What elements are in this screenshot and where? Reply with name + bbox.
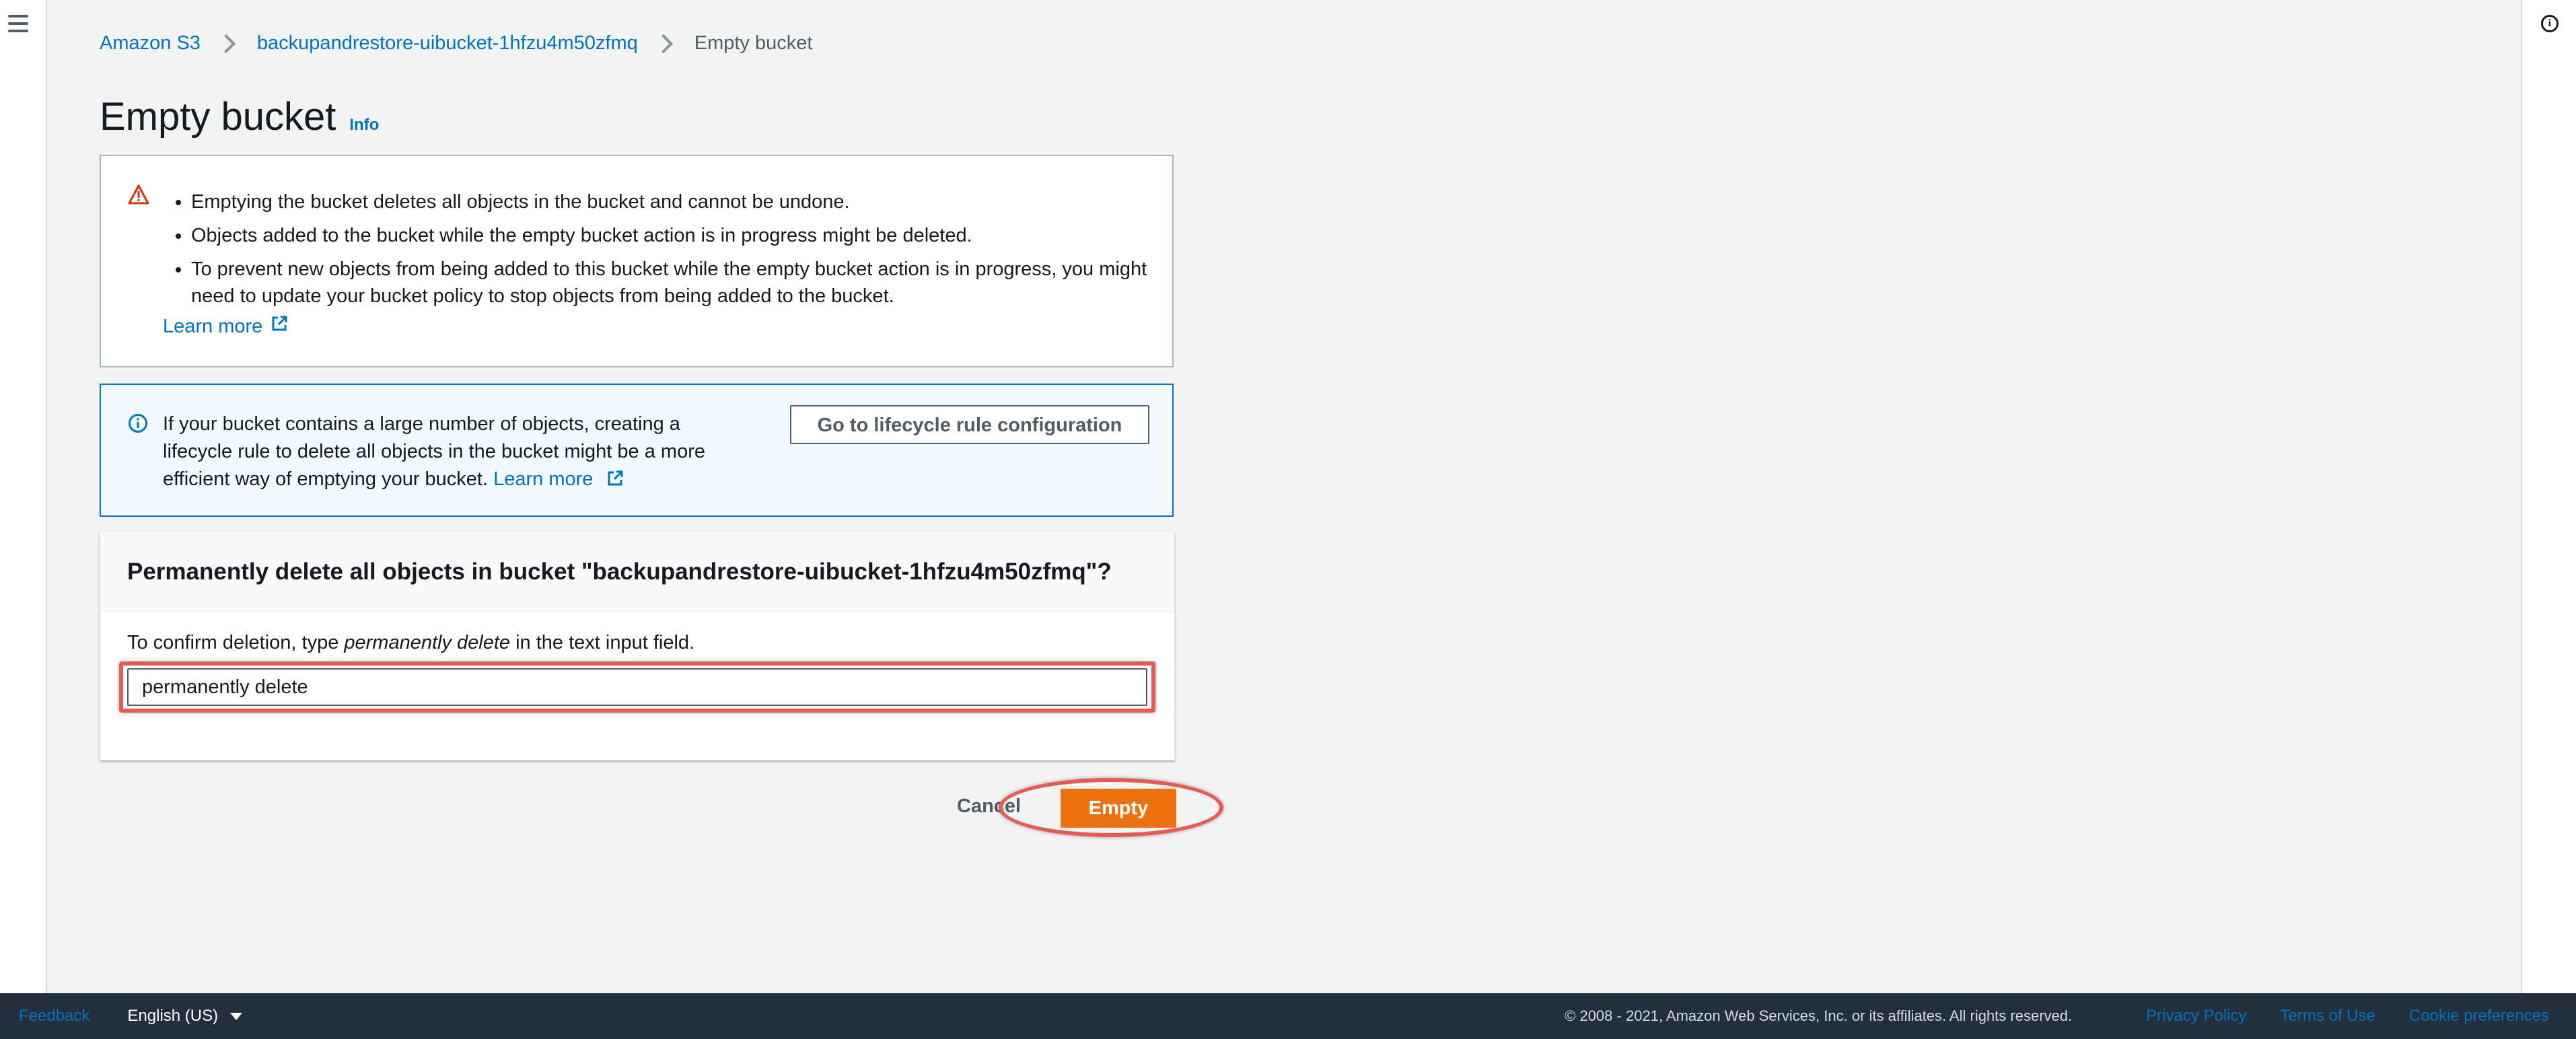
- info-text: If your bucket contains a large number o…: [163, 410, 755, 493]
- lifecycle-rule-button[interactable]: Go to lifecycle rule configuration: [790, 405, 1149, 444]
- language-label: English (US): [127, 1007, 219, 1025]
- navigation-rail: [0, 0, 47, 993]
- info-learn-more-link[interactable]: Learn more: [493, 468, 593, 490]
- form-actions: Cancel Empty: [100, 778, 1223, 837]
- page-header: Empty bucket Info: [100, 94, 379, 139]
- chevron-right-icon: [653, 34, 673, 53]
- confirm-desc-suffix: in the text input field.: [510, 632, 695, 653]
- info-alert: If your bucket contains a large number o…: [100, 384, 1174, 517]
- confirm-description: To confirm deletion, type permanently de…: [127, 632, 694, 654]
- breadcrumb-bucket[interactable]: backupandrestore-uibucket-1hfzu4m50zfmq: [257, 32, 638, 55]
- external-link-icon: [271, 315, 288, 338]
- warning-item: Emptying the bucket deletes all objects …: [191, 188, 1160, 215]
- info-panel-icon[interactable]: i: [2541, 15, 2559, 32]
- menu-icon[interactable]: [8, 15, 28, 32]
- cookie-preferences-link[interactable]: Cookie preferences: [2409, 1007, 2549, 1026]
- warning-list: Emptying the bucket deletes all objects …: [163, 188, 1160, 316]
- learn-more-label[interactable]: Learn more: [163, 316, 262, 338]
- terms-of-use-link[interactable]: Terms of Use: [2281, 1007, 2375, 1026]
- warning-alert: Emptying the bucket deletes all objects …: [100, 155, 1174, 367]
- warning-item: To prevent new objects from being added …: [191, 256, 1160, 310]
- button-highlight: [999, 778, 1223, 837]
- info-link[interactable]: Info: [349, 116, 379, 135]
- external-link-icon: [606, 466, 624, 493]
- confirm-title: Permanently delete all objects in bucket…: [127, 558, 1112, 585]
- language-selector[interactable]: English (US): [127, 1007, 243, 1026]
- confirm-header: Permanently delete all objects in bucket…: [100, 532, 1174, 612]
- breadcrumb: Amazon S3 backupandrestore-uibucket-1hfz…: [100, 32, 812, 55]
- caret-down-icon: [230, 1012, 243, 1020]
- breadcrumb-current: Empty bucket: [694, 32, 813, 54]
- footer: Feedback English (US) © 2008 - 2021, Ama…: [0, 993, 2576, 1039]
- learn-more-link[interactable]: Learn more: [163, 315, 288, 338]
- confirm-container: Permanently delete all objects in bucket…: [100, 532, 1175, 760]
- feedback-link[interactable]: Feedback: [19, 1007, 90, 1026]
- warning-item: Objects added to the bucket while the em…: [191, 222, 1160, 249]
- breadcrumb-amazon-s3[interactable]: Amazon S3: [100, 32, 201, 55]
- confirm-desc-prefix: To confirm deletion, type: [127, 632, 345, 653]
- page-title: Empty bucket: [100, 95, 336, 139]
- confirm-desc-phrase: permanently delete: [344, 632, 511, 653]
- privacy-policy-link[interactable]: Privacy Policy: [2146, 1007, 2246, 1026]
- info-icon: [128, 413, 148, 437]
- input-highlight: [119, 661, 1155, 713]
- copyright: © 2008 - 2021, Amazon Web Services, Inc.…: [1565, 1007, 2073, 1024]
- chevron-right-icon: [216, 34, 236, 53]
- warning-triangle-icon: [128, 184, 149, 208]
- tools-rail: i: [2521, 0, 2576, 993]
